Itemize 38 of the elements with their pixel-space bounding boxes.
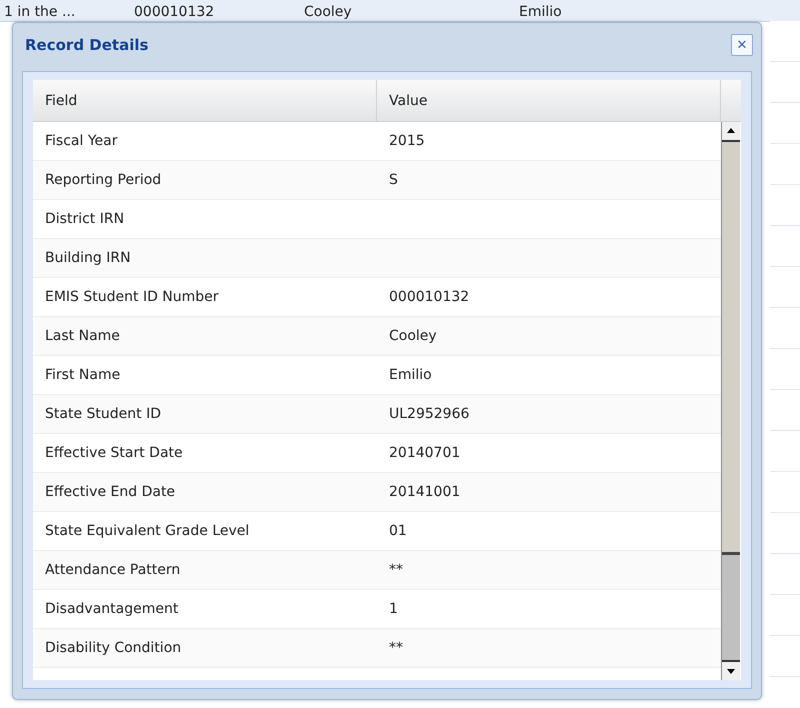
field-cell-text: EMIS Student ID Number (44, 288, 220, 307)
field-cell-text: State Equivalent Grade Level (44, 522, 250, 541)
scrollbar[interactable] (721, 122, 740, 680)
value-cell-text: Cooley (388, 327, 438, 346)
field-cell-text: Building IRN (44, 249, 132, 268)
value-cell-text: ** (388, 561, 404, 580)
value-cell-text: 000010132 (388, 288, 470, 307)
value-cell-text: 20140701 (388, 444, 462, 463)
table-cell-text: Cooley (304, 3, 353, 21)
scroll-down-icon[interactable] (722, 660, 740, 680)
value-cell-text: 1 (388, 600, 399, 619)
close-button[interactable]: × (731, 34, 753, 56)
field-cell-text: Attendance Pattern (44, 561, 182, 580)
table-cell-text: 1 in the ... (4, 3, 76, 21)
value-cell-text: UL2952966 (388, 405, 470, 424)
value-cell-text: 01 (388, 522, 408, 541)
column-header[interactable]: Value (377, 80, 721, 121)
field-cell-text: Effective End Date (44, 483, 176, 502)
value-cell-text: ** (388, 639, 404, 658)
field-cell-text: Disability Condition (44, 639, 182, 658)
field-cell-text: Effective Start Date (44, 444, 184, 463)
field-cell-text: Reporting Period (44, 171, 162, 190)
value-cell-text: Emilio (388, 366, 433, 385)
value-cell-text: 20141001 (388, 483, 462, 502)
table-cell-text: 000010132 (134, 3, 216, 21)
field-cell-text: District IRN (44, 210, 126, 229)
field-cell-text: Disadvantagement (44, 600, 180, 619)
field-cell-text: First Name (44, 366, 122, 385)
field-cell-text: Fiscal Year (44, 132, 118, 151)
value-cell-text: 2015 (388, 132, 426, 151)
value-cell-text: S (388, 171, 399, 190)
field-cell-text: State Student ID (44, 405, 162, 424)
scroll-thumb[interactable] (722, 552, 740, 660)
table-cell-text: Emilio (519, 3, 563, 21)
dialog-title: Record Details (25, 36, 148, 54)
column-header[interactable]: Field (33, 80, 377, 121)
field-cell-text: Last Name (44, 327, 121, 346)
scroll-up-icon[interactable] (722, 122, 740, 142)
